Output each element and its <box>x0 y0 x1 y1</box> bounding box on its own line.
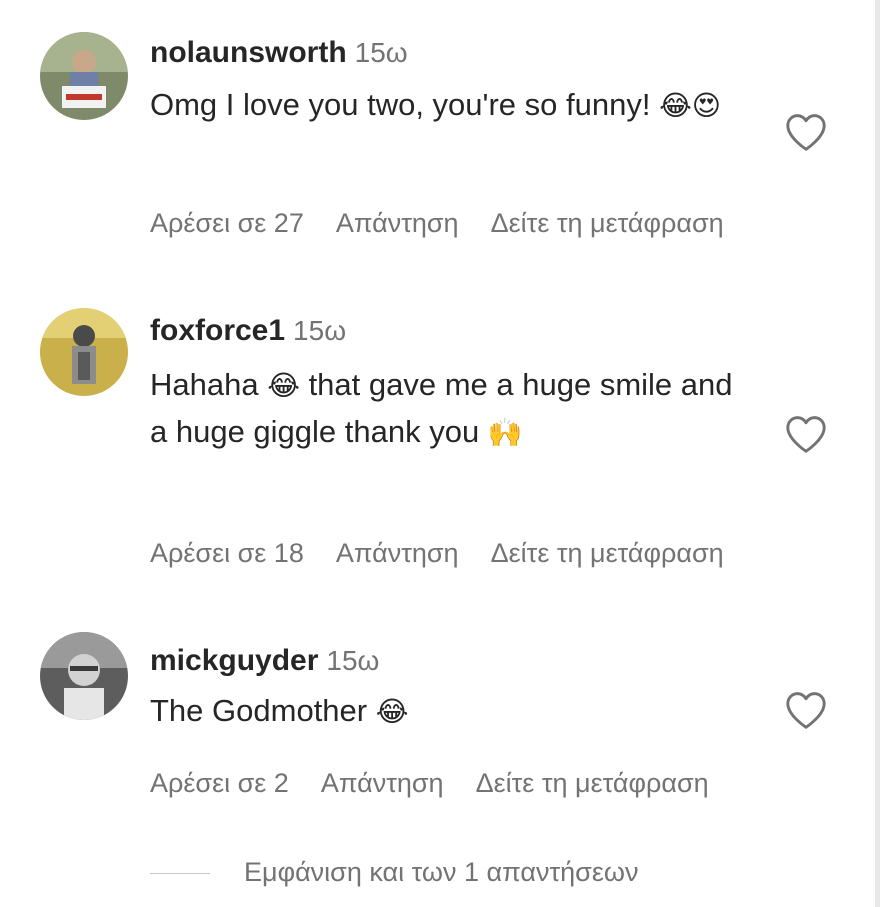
emoji: 😂😍 <box>659 89 721 122</box>
timestamp[interactable]: 15ω <box>355 37 408 68</box>
like-button[interactable] <box>784 112 828 152</box>
username[interactable]: mickguyder <box>150 644 318 677</box>
comment-header: foxforce1 15ω <box>150 312 346 350</box>
avatar[interactable] <box>40 32 128 120</box>
username[interactable]: nolaunsworth <box>150 36 347 69</box>
avatar[interactable] <box>40 632 128 720</box>
heart-outline-icon <box>786 416 826 453</box>
comment-body-start: Hahaha <box>150 367 259 402</box>
avatar[interactable] <box>40 308 128 396</box>
reply-button[interactable]: Απάντηση <box>336 208 459 238</box>
username[interactable]: foxforce1 <box>150 314 285 347</box>
see-translation-button[interactable]: Δείτε τη μετάφραση <box>476 768 709 798</box>
view-replies-label: Εμφάνιση και των 1 απαντήσεων <box>244 857 639 887</box>
emoji: 😂 <box>267 369 300 402</box>
heart-outline-icon <box>786 114 826 151</box>
emoji: 😂 <box>375 695 409 728</box>
comment-header: nolaunsworth 15ω <box>150 34 408 72</box>
see-translation-button[interactable]: Δείτε τη μετάφραση <box>491 538 724 568</box>
view-replies-button[interactable]: Εμφάνιση και των 1 απαντήσεων <box>150 852 638 892</box>
reply-button[interactable]: Απάντηση <box>321 768 444 798</box>
see-translation-button[interactable]: Δείτε τη μετάφραση <box>491 208 724 238</box>
comment-body: The Godmother <box>150 693 368 728</box>
like-button[interactable] <box>784 414 828 454</box>
comment-text: The Godmother 😂 <box>150 688 750 735</box>
likes-count[interactable]: Αρέσει σε 2 <box>150 768 289 798</box>
like-button[interactable] <box>784 690 828 730</box>
emoji: 🙌 <box>487 416 523 449</box>
scrollbar-edge <box>875 0 880 907</box>
comment-text: Omg I love you two, you're so funny! 😂😍 <box>150 82 750 129</box>
comment-body: Omg I love you two, you're so funny! <box>150 87 651 122</box>
heart-outline-icon <box>786 692 826 729</box>
comment-text: Hahaha 😂 that gave me a huge smile and a… <box>150 362 750 456</box>
comment-actions: Αρέσει σε 18 Απάντηση Δείτε τη μετάφραση <box>150 536 756 570</box>
timestamp[interactable]: 15ω <box>326 645 379 676</box>
likes-count[interactable]: Αρέσει σε 18 <box>150 538 304 568</box>
comment-header: mickguyder 15ω <box>150 642 379 680</box>
divider-line <box>150 873 210 875</box>
timestamp[interactable]: 15ω <box>293 315 346 346</box>
reply-button[interactable]: Απάντηση <box>336 538 459 568</box>
likes-count[interactable]: Αρέσει σε 27 <box>150 208 304 238</box>
comment-actions: Αρέσει σε 2 Απάντηση Δείτε τη μετάφραση <box>150 766 741 800</box>
comment-actions: Αρέσει σε 27 Απάντηση Δείτε τη μετάφραση <box>150 206 756 240</box>
